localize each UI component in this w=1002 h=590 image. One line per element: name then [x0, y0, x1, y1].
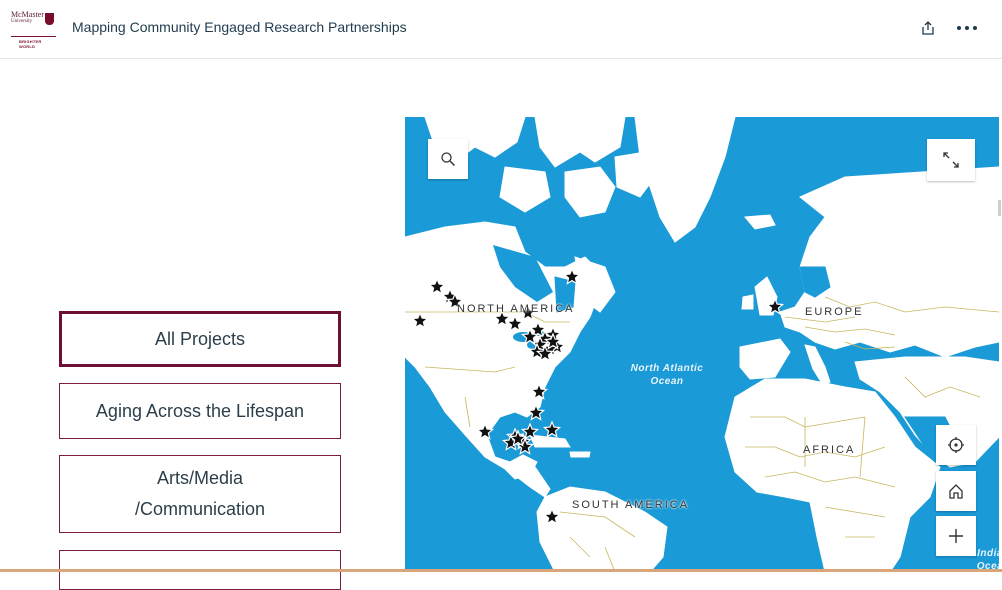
logo-wordmark: McMaster	[11, 10, 44, 19]
share-icon	[922, 21, 934, 35]
filter-arts-media-button[interactable]: Arts/Media /Communication	[59, 455, 341, 533]
home-icon	[949, 484, 963, 499]
map-locate-button[interactable]	[936, 425, 976, 465]
page-title: Mapping Community Engaged Research Partn…	[72, 19, 407, 35]
filter-all-projects-button[interactable]: All Projects	[59, 311, 341, 367]
logo-divider	[11, 36, 56, 37]
locate-icon	[948, 437, 964, 453]
share-button[interactable]	[916, 16, 940, 40]
logo-subtext: University	[11, 19, 33, 24]
expand-icon	[943, 152, 959, 168]
map-home-button[interactable]	[936, 471, 976, 511]
more-options-button[interactable]	[955, 16, 979, 40]
filter-label: Arts/Media /Communication	[134, 468, 266, 519]
label-africa: AFRICA	[803, 444, 856, 456]
map-fullscreen-button[interactable]	[927, 139, 975, 181]
map-search-button[interactable]	[428, 139, 468, 179]
label-europe: EUROPE	[805, 306, 864, 318]
filter-label: Aging Across the Lifespan	[95, 400, 305, 421]
label-north-america: NORTH AMERICA	[457, 303, 575, 315]
page-scrollbar[interactable]	[998, 200, 1001, 216]
logo-tagline: BRIGHTER WORLD	[19, 39, 42, 49]
mcmaster-logo[interactable]: McMaster University BRIGHTER WORLD	[11, 10, 56, 49]
plus-icon	[949, 529, 963, 543]
more-horizontal-icon	[957, 26, 977, 30]
app-header: McMaster University BRIGHTER WORLD Mappi…	[0, 0, 1002, 59]
search-icon	[441, 152, 456, 167]
filter-label: All Projects	[154, 328, 246, 349]
label-south-america: SOUTH AMERICA	[572, 499, 690, 511]
map-zoom-in-button[interactable]	[936, 516, 976, 556]
filter-aging-button[interactable]: Aging Across the Lifespan	[59, 383, 341, 439]
label-north-atlantic: North Atlantic Ocean	[630, 363, 704, 387]
web-map[interactable]: NORTH AMERICA EUROPE AFRICA SOUTH AMERIC…	[405, 117, 999, 572]
shield-icon	[45, 13, 54, 25]
map-basemap	[405, 117, 999, 572]
